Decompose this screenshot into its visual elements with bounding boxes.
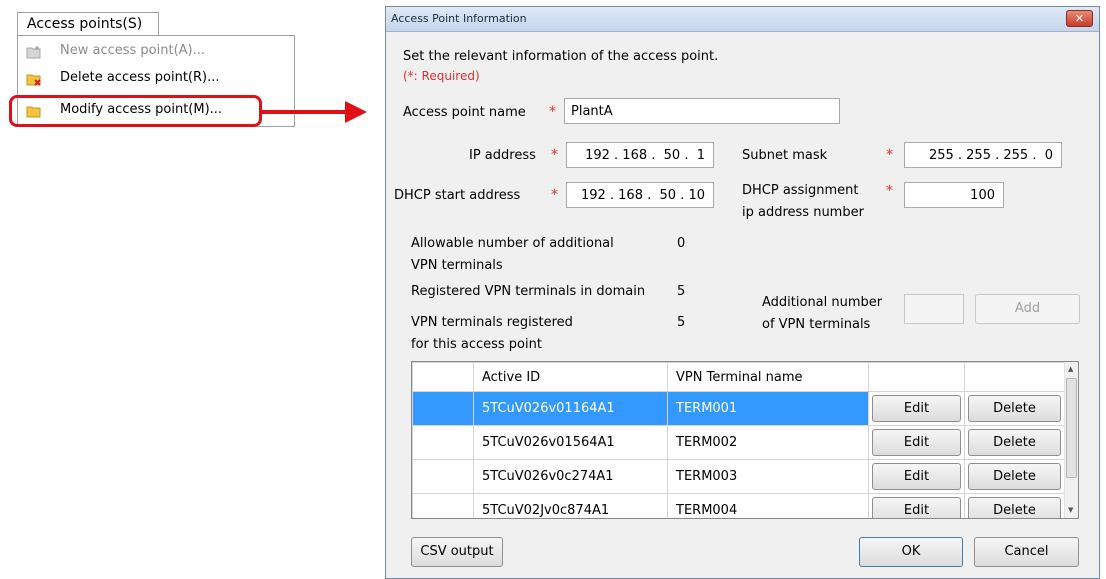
scroll-up-icon[interactable]: ▲ bbox=[1068, 365, 1073, 373]
menu-item-delete-access-point[interactable]: Delete access point(R)... bbox=[18, 67, 288, 93]
scrollbar-thumb[interactable] bbox=[1066, 378, 1077, 478]
row-header-cell[interactable] bbox=[412, 493, 474, 518]
required-mark: * bbox=[886, 183, 893, 199]
edit-cell: Edit bbox=[868, 425, 965, 460]
grid-header-blank bbox=[868, 362, 965, 392]
subnet-mask-input[interactable] bbox=[904, 142, 1062, 168]
cancel-label: Cancel bbox=[1004, 544, 1049, 559]
add-button-label: Add bbox=[1014, 301, 1041, 316]
dhcp-assignment-label-line1: DHCP assignment bbox=[742, 183, 859, 198]
required-note: (*: Required) bbox=[403, 69, 480, 83]
access-point-name-label: Access point name bbox=[403, 105, 526, 120]
registered-ap-label-line1: VPN terminals registered bbox=[411, 315, 573, 330]
row-header-cell[interactable] bbox=[412, 391, 474, 426]
delete-folder-icon bbox=[26, 72, 42, 86]
row-header-cell[interactable] bbox=[412, 425, 474, 460]
registered-domain-label: Registered VPN terminals in domain bbox=[411, 284, 646, 299]
grid-header-blank bbox=[412, 362, 474, 392]
required-mark: * bbox=[551, 187, 558, 203]
ok-label: OK bbox=[901, 544, 921, 559]
grid-header-terminal-name[interactable]: VPN Terminal name bbox=[667, 362, 869, 392]
highlight-box bbox=[9, 95, 262, 127]
edit-button[interactable]: Edit bbox=[872, 429, 961, 456]
access-points-menu-tab[interactable]: Access points(S) bbox=[17, 12, 159, 36]
edit-button[interactable]: Edit bbox=[872, 463, 961, 490]
close-icon: ✕ bbox=[1074, 12, 1085, 25]
delete-button[interactable]: Delete bbox=[968, 463, 1061, 490]
required-mark: * bbox=[549, 104, 556, 120]
registered-ap-label-line2: for this access point bbox=[411, 337, 542, 352]
delete-button[interactable]: Delete bbox=[968, 429, 1061, 456]
new-folder-icon bbox=[26, 45, 42, 59]
required-mark: * bbox=[551, 147, 558, 163]
table-row[interactable]: 5TCuV026v01164A1 TERM001 Edit Delete bbox=[412, 391, 1065, 426]
active-id-cell[interactable]: 5TCuV026v0c274A1 bbox=[473, 459, 668, 494]
dialog-titlebar: Access Point Information ✕ bbox=[386, 7, 1099, 32]
grid-vertical-scrollbar[interactable]: ▲ ▼ bbox=[1064, 362, 1078, 518]
grid-header-row: Active ID VPN Terminal name bbox=[412, 362, 1065, 392]
dhcp-assignment-label-line2: ip address number bbox=[742, 205, 864, 220]
table-row[interactable]: 5TCuV026v0c274A1 TERM003 Edit Delete bbox=[412, 459, 1065, 494]
scroll-down-icon[interactable]: ▼ bbox=[1068, 506, 1073, 514]
menu-item-label: Delete access point(R)... bbox=[60, 70, 220, 85]
allowable-additional-value: 0 bbox=[677, 236, 686, 251]
delete-cell: Delete bbox=[964, 459, 1065, 494]
dhcp-start-address-input[interactable] bbox=[566, 182, 714, 208]
vpn-terminal-table: Active ID VPN Terminal name 5TCuV026v011… bbox=[412, 362, 1065, 518]
registered-domain-value: 5 bbox=[677, 284, 686, 299]
active-id-cell[interactable]: 5TCuV02Jv0c874A1 bbox=[473, 493, 668, 518]
row-header-cell[interactable] bbox=[412, 459, 474, 494]
terminal-name-cell[interactable]: TERM004 bbox=[667, 493, 869, 518]
delete-cell: Delete bbox=[964, 425, 1065, 460]
additional-number-input[interactable] bbox=[904, 294, 964, 324]
terminal-name-cell[interactable]: TERM002 bbox=[667, 425, 869, 460]
registered-ap-value: 5 bbox=[677, 315, 686, 330]
delete-cell: Delete bbox=[964, 391, 1065, 426]
terminal-name-cell[interactable]: TERM003 bbox=[667, 459, 869, 494]
subnet-mask-label: Subnet mask bbox=[742, 148, 828, 163]
vpn-terminal-grid: Active ID VPN Terminal name 5TCuV026v011… bbox=[411, 361, 1079, 519]
grid-header-active-id[interactable]: Active ID bbox=[473, 362, 668, 392]
dhcp-start-address-label: DHCP start address bbox=[394, 188, 521, 203]
ip-address-label: IP address bbox=[469, 148, 536, 163]
edit-cell: Edit bbox=[868, 391, 965, 426]
table-row[interactable]: 5TCuV02Jv0c874A1 TERM004 Edit Delete bbox=[412, 493, 1065, 518]
menu-item-new-access-point[interactable]: New access point(A)... bbox=[18, 40, 288, 66]
delete-cell: Delete bbox=[964, 493, 1065, 518]
dialog-description: Set the relevant information of the acce… bbox=[403, 49, 719, 64]
ip-address-input[interactable] bbox=[566, 142, 714, 168]
dialog-title: Access Point Information bbox=[391, 12, 527, 25]
callout-arrow-line bbox=[262, 110, 347, 114]
additional-number-label-line1: Additional number bbox=[762, 295, 883, 310]
edit-cell: Edit bbox=[868, 493, 965, 518]
access-point-information-dialog: Access Point Information ✕ Set the relev… bbox=[385, 6, 1100, 579]
terminal-name-cell[interactable]: TERM001 bbox=[667, 391, 869, 426]
grid-header-blank bbox=[964, 362, 1065, 392]
active-id-cell[interactable]: 5TCuV026v01564A1 bbox=[473, 425, 668, 460]
additional-number-label-line2: of VPN terminals bbox=[762, 317, 871, 332]
allowable-additional-label-line1: Allowable number of additional bbox=[411, 236, 614, 251]
menu-tab-label: Access points(S) bbox=[27, 16, 143, 32]
callout-arrow-head-icon bbox=[345, 101, 367, 123]
ok-button[interactable]: OK bbox=[859, 537, 963, 567]
delete-button[interactable]: Delete bbox=[968, 395, 1061, 422]
allowable-additional-label-line2: VPN terminals bbox=[411, 258, 503, 273]
csv-output-label: CSV output bbox=[420, 544, 494, 559]
edit-cell: Edit bbox=[868, 459, 965, 494]
cancel-button[interactable]: Cancel bbox=[974, 537, 1079, 567]
dhcp-assignment-count-input[interactable] bbox=[904, 182, 1004, 208]
active-id-cell[interactable]: 5TCuV026v01164A1 bbox=[473, 391, 668, 426]
add-button[interactable]: Add bbox=[975, 294, 1080, 324]
close-button[interactable]: ✕ bbox=[1066, 10, 1093, 27]
edit-button[interactable]: Edit bbox=[872, 395, 961, 422]
menu-item-label: New access point(A)... bbox=[60, 43, 206, 58]
access-point-name-input[interactable] bbox=[564, 98, 840, 124]
csv-output-button[interactable]: CSV output bbox=[411, 537, 503, 567]
table-row[interactable]: 5TCuV026v01564A1 TERM002 Edit Delete bbox=[412, 425, 1065, 460]
edit-button[interactable]: Edit bbox=[872, 497, 961, 518]
delete-button[interactable]: Delete bbox=[968, 497, 1061, 518]
required-mark: * bbox=[886, 147, 893, 163]
